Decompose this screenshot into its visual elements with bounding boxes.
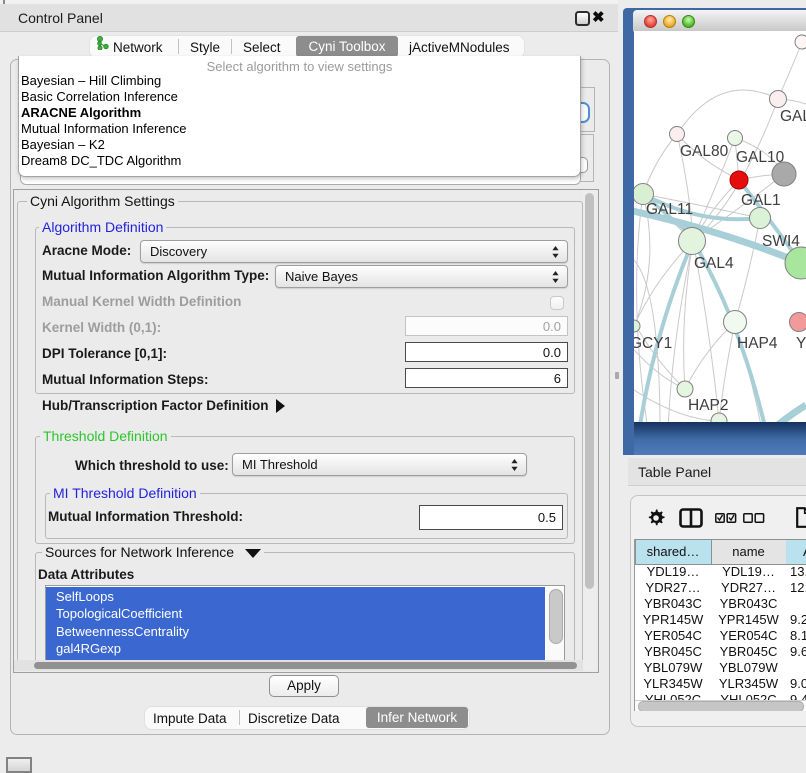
svg-text:GAL7: GAL7 [780,108,806,125]
svg-text:HAP4: HAP4 [737,335,778,352]
svg-text:HAP2: HAP2 [688,397,729,414]
svg-text:GAL10: GAL10 [736,149,785,166]
svg-text:GAL11: GAL11 [646,201,693,218]
svg-text:GAL1: GAL1 [741,192,781,209]
svg-text:YM: YM [796,335,806,352]
svg-text:SWI4: SWI4 [762,233,800,250]
svg-text:GAL4: GAL4 [694,255,734,272]
svg-text:GAL80: GAL80 [680,143,729,160]
svg-text:GCY1: GCY1 [634,335,672,352]
